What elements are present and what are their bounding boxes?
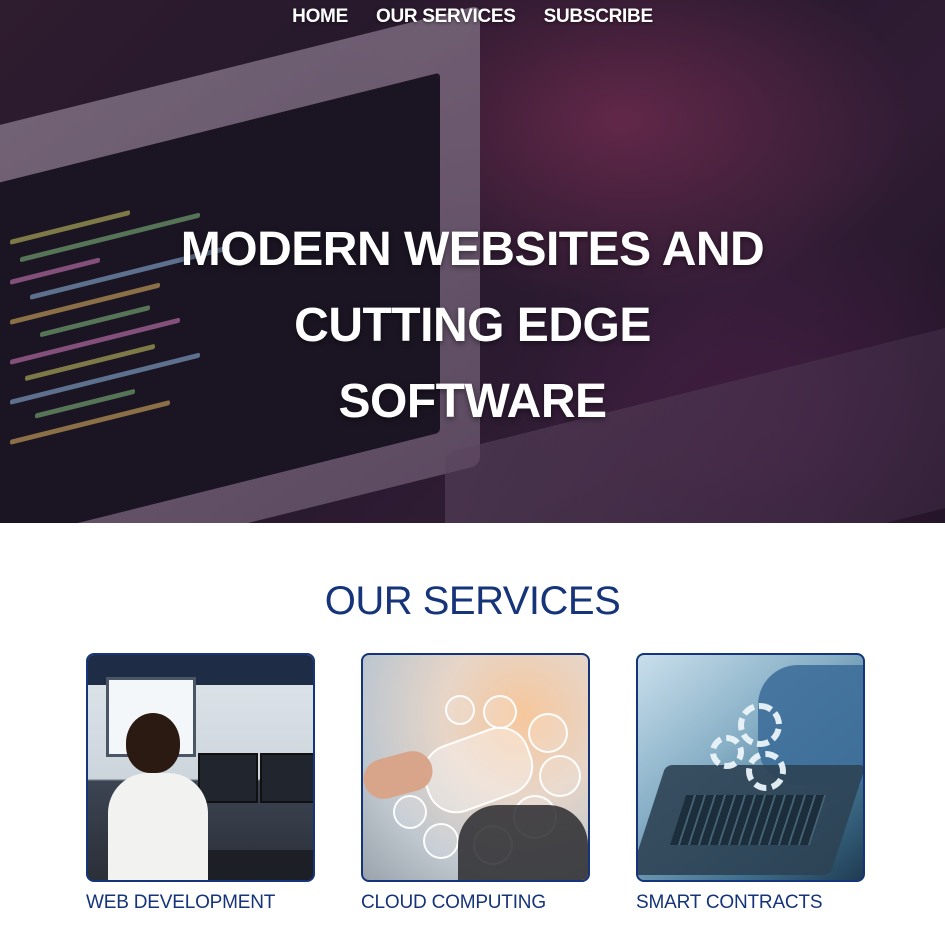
smart-contracts-image[interactable] [636,653,865,882]
nav-home-link[interactable]: HOME [292,6,348,28]
smart-contracts-label[interactable]: SMART CONTRACTS [636,892,866,914]
services-heading: OUR SERVICES [324,579,621,623]
hero-banner: HOME OUR SERVICES SUBSCRIBE MODERN WEBSI… [0,0,945,523]
web-development-image[interactable] [86,653,315,882]
hero-title: MODERN WEBSITES AND CUTTING EDGE SOFTWAR… [0,212,945,440]
service-card-smart-contracts[interactable]: SMART CONTRACTS [636,653,866,914]
nav-our-services-link[interactable]: OUR SERVICES [376,6,516,28]
hero-title-line-1: MODERN WEBSITES AND [180,223,765,276]
hero-title-line-3: SOFTWARE [338,375,608,428]
service-card-web-development[interactable]: WEB DEVELOPMENT [86,653,316,914]
nav-subscribe-link[interactable]: SUBSCRIBE [544,6,654,28]
hero-title-line-2: CUTTING EDGE [294,299,651,352]
web-development-label[interactable]: WEB DEVELOPMENT [86,892,316,914]
cloud-computing-label[interactable]: CLOUD COMPUTING [361,892,591,914]
top-nav: HOME OUR SERVICES SUBSCRIBE [0,6,945,28]
service-card-cloud-computing[interactable]: CLOUD COMPUTING [361,653,591,914]
services-section: OUR SERVICES WEB DEVELOPMENT CLOUD COMPU… [0,523,945,945]
cloud-computing-image[interactable] [361,653,590,882]
